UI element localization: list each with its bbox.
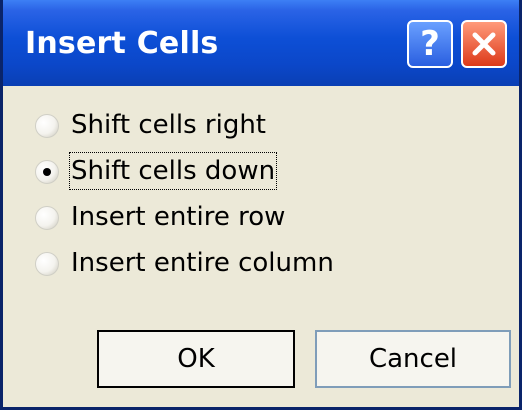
insert-cells-dialog: Insert Cells ? Shift cells right Shift c… [0, 0, 522, 410]
option-label: Shift cells down [68, 152, 278, 190]
radio-shift-cells-right[interactable] [35, 114, 59, 138]
close-button[interactable] [461, 20, 507, 68]
radio-insert-entire-column[interactable] [35, 252, 59, 276]
help-button[interactable]: ? [407, 20, 453, 68]
option-label: Shift cells right [71, 110, 266, 140]
help-icon: ? [420, 24, 440, 64]
title-bar[interactable]: Insert Cells ? [3, 0, 519, 86]
cancel-button[interactable]: Cancel [315, 330, 511, 388]
radio-insert-entire-row[interactable] [35, 206, 59, 230]
option-label: Insert entire row [71, 202, 286, 232]
ok-button[interactable]: OK [97, 330, 295, 388]
dialog-title: Insert Cells [25, 26, 219, 61]
option-label: Insert entire column [71, 248, 334, 278]
close-icon [472, 32, 496, 56]
radio-shift-cells-down[interactable] [35, 160, 59, 184]
